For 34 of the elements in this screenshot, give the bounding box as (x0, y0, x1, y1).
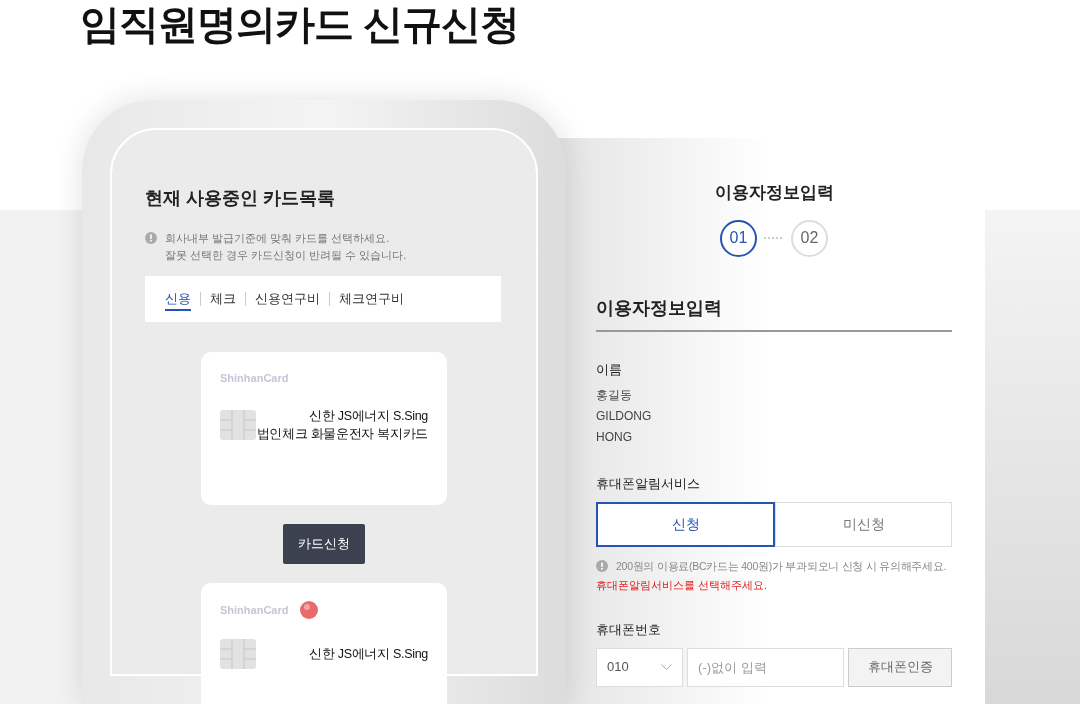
field-label: 휴대폰알림서비스 (596, 475, 701, 493)
apply-button[interactable]: 카드신청 (283, 524, 365, 564)
card-brand-logo: ShinhanCard (220, 602, 289, 618)
section-title: 이용자정보입력 (596, 294, 952, 332)
card-name: 신한 JS에너지 S.Sing (309, 646, 428, 663)
field-label: 휴대폰번호 (596, 621, 662, 639)
option-button[interactable]: 미신청 (775, 501, 952, 547)
name-value: GILDONG (596, 408, 653, 425)
card-chip-icon (220, 639, 256, 669)
option-button[interactable]: 신청 (596, 501, 775, 547)
card-brand-logo: ShinhanCard (220, 371, 289, 386)
page-title: 임직원명의카드 신규신청 (80, 1, 520, 48)
tab[interactable]: 신용연구비 (255, 287, 320, 311)
card-chip-icon (220, 409, 256, 440)
chevron-down-icon (661, 664, 672, 670)
tab[interactable]: 신용 (165, 287, 191, 311)
phone-number-input[interactable]: (-)없이 입력 (687, 647, 844, 687)
prefix-dropdown[interactable]: 010 (596, 647, 683, 687)
dotted-connector (763, 237, 785, 239)
card-name: 신한 JS에너지 S.Sing 법인체크 화물운전자 복지카드 (256, 407, 428, 443)
name-value: HONG (596, 429, 633, 446)
verify-button[interactable]: 휴대폰인증 (848, 647, 952, 687)
info-icon (596, 560, 608, 573)
field-label: 이름 (596, 360, 623, 379)
tab[interactable]: 체크 (210, 287, 236, 311)
tab[interactable]: 체크연구비 (339, 287, 404, 311)
section-title: 현재 사용중인 카드목록 (145, 187, 336, 210)
notice-text: 회사내부 발급기준에 맞춰 카드를 선택하세요. (165, 231, 391, 246)
error-message: 휴대폰알림서비스를 선택해주세요. (596, 578, 768, 594)
step-title: 이용자정보입력 (713, 182, 835, 204)
info-icon (145, 232, 157, 244)
notice-text: 200원의 이용료(BC카드는 400원)가 부과되오니 신청 시 유의해주세요. (616, 558, 947, 574)
notice-text: 잘못 선택한 경우 카드신청이 반려될 수 있습니다. (165, 248, 407, 263)
name-value: 홍길동 (596, 387, 633, 404)
